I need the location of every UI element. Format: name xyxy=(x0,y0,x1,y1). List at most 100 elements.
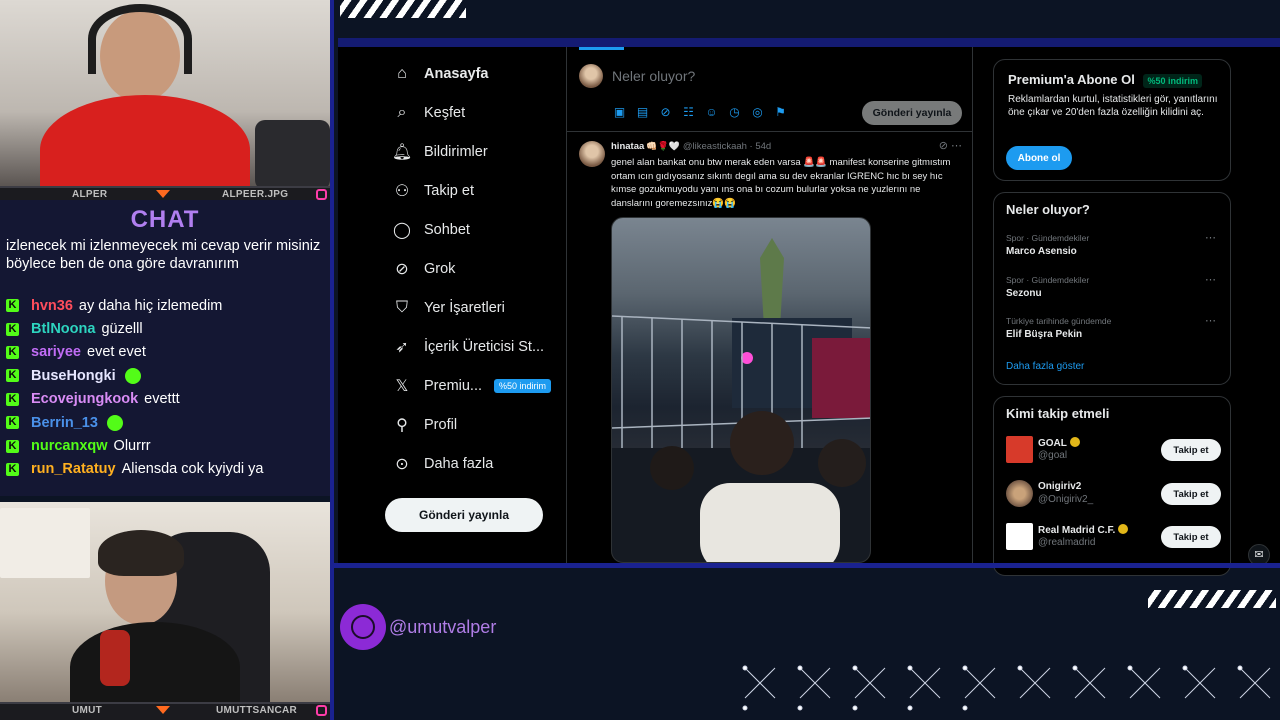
tweet-photo[interactable] xyxy=(611,217,871,563)
trend-category: Spor · Gündemdekiler xyxy=(1006,233,1090,243)
chat-text: güzelll xyxy=(101,321,143,338)
compose-post-button[interactable]: Gönderi yayınla xyxy=(862,101,962,125)
kick-badge-icon: K xyxy=(6,322,19,336)
follow-button[interactable]: Takip et xyxy=(1161,439,1221,461)
chat-message: K Ecovejungkook evettt xyxy=(6,388,328,411)
chat-username[interactable]: sariyee xyxy=(31,344,81,360)
suggestion-avatar[interactable] xyxy=(1006,523,1033,550)
chat-username[interactable]: hvn36 xyxy=(31,298,73,314)
grok-icon[interactable]: ⊘ xyxy=(658,105,673,120)
webcam-top xyxy=(0,0,330,186)
streamer-body xyxy=(70,622,240,702)
nav-item-premiu-[interactable]: 𝕏 Premiu... %50 indirim xyxy=(393,374,552,398)
tweet-author-avatar[interactable] xyxy=(579,141,605,167)
trend-name: Marco Asensio xyxy=(1006,246,1077,257)
trend-category: Spor · Gündemdekiler xyxy=(1006,275,1090,285)
nav-label: Grok xyxy=(424,261,456,277)
nav-item-takip-et[interactable]: ⚇ Takip et xyxy=(393,179,474,203)
suggestion-avatar[interactable] xyxy=(1006,480,1033,507)
image-icon[interactable]: ▣ xyxy=(612,105,627,120)
nav-item-sohbet[interactable]: ◯ Sohbet xyxy=(393,218,470,242)
bottom-divider xyxy=(334,563,1280,568)
verified-badge-icon xyxy=(1118,524,1129,534)
microphone xyxy=(100,630,130,686)
suggestion-name[interactable]: Onigiriv2 xyxy=(1038,481,1081,492)
stripe-decoration-top xyxy=(340,0,466,18)
chat-username[interactable]: nurcanxqw xyxy=(31,438,108,454)
chat-username[interactable]: BtlNoona xyxy=(31,321,95,337)
premium-description: Reklamlardan kurtul, istatistikleri gör,… xyxy=(1008,94,1218,118)
nav-item-keşfet[interactable]: ⌕ Keşfet xyxy=(393,101,466,125)
nav-item-bildirimler[interactable]: 🔔︎ Bildirimler xyxy=(392,140,488,164)
webcam-top-name: ALPER xyxy=(72,189,108,200)
grid-decoration xyxy=(742,665,1271,711)
compose-input[interactable]: Neler oluyor? xyxy=(612,68,695,84)
nav-label: Takip et xyxy=(424,183,474,199)
timeline: Neler oluyor? ▣ ▤ ⊘ ☷ ☺ ◷ ◎ ⚑ Gönderi ya… xyxy=(566,47,973,563)
nav-item-anasayfa[interactable]: ⌂ Anasayfa xyxy=(393,62,488,86)
location-icon[interactable]: ◎ xyxy=(750,105,765,120)
nav-label: Profil xyxy=(424,417,458,433)
more-options-icon[interactable]: ⋯ xyxy=(1205,231,1216,244)
flag-icon[interactable]: ⚑ xyxy=(773,105,788,120)
premium-badge: %50 indirim xyxy=(494,379,552,393)
subscribe-button[interactable]: Abone ol xyxy=(1006,146,1072,170)
chat-text: Aliensda cok kyiydi ya xyxy=(121,461,264,478)
tweet-author-name[interactable]: hinataa xyxy=(611,141,644,152)
verified-badge-icon xyxy=(1069,437,1080,447)
suggestion-handle: @goal xyxy=(1038,450,1068,461)
suggestion-name[interactable]: Real Madrid C.F. xyxy=(1038,524,1129,536)
emoji-icon[interactable]: ☺ xyxy=(704,105,719,120)
concert-photo-icon xyxy=(612,238,870,562)
chat-message: Knurcanxqw Olurrr xyxy=(6,434,328,457)
chat-message: K BuseHongki xyxy=(6,364,328,387)
follow-button[interactable]: Takip et xyxy=(1161,483,1221,505)
follow-button[interactable]: Takip et xyxy=(1161,526,1221,548)
nav-label: Premiu... xyxy=(424,378,483,394)
schedule-icon[interactable]: ◷ xyxy=(727,105,742,120)
who-to-follow-title: Kimi takip etmeli xyxy=(1006,406,1110,421)
more-options-icon[interactable]: ⋯ xyxy=(1205,273,1216,286)
trend-item[interactable]: Türkiye tarihinde gündemde Elif Büşra Pek… xyxy=(1006,316,1226,340)
gif-icon[interactable]: ▤ xyxy=(635,105,650,120)
twitter-window: ⌂ Anasayfa ⌕ Keşfet 🔔︎ Bildirimler ⚇ Takip et ◯ S… xyxy=(338,47,1280,576)
trend-name: Elif Büşra Pekin xyxy=(1006,329,1083,340)
nav-label: Daha fazla xyxy=(424,456,494,472)
chat-text: ay daha hiç izlemedim xyxy=(78,297,223,314)
follow-suggestion: Onigiriv2 @Onigiriv2_ Takip et xyxy=(1006,479,1221,509)
globe-icon xyxy=(340,604,386,650)
kick-badge-icon: K xyxy=(6,462,19,476)
suggestion-name[interactable]: GOAL xyxy=(1038,437,1080,449)
nav-item-yer-i-şaretleri[interactable]: ⛉ Yer İşaretleri xyxy=(393,296,505,320)
tweet-more-icon[interactable]: ⊘ ⋯ xyxy=(939,139,962,152)
chat-bubble-icon: ◯ xyxy=(393,222,411,239)
kick-badge-icon: K xyxy=(6,439,19,453)
poll-icon[interactable]: ☷ xyxy=(681,105,696,120)
trend-item[interactable]: Spor · Gündemdekiler Sezonu xyxy=(1006,275,1226,299)
show-more-link[interactable]: Daha fazla göster xyxy=(1006,361,1084,372)
trends-title: Neler oluyor? xyxy=(1006,202,1090,217)
suggestion-avatar[interactable] xyxy=(1006,436,1033,463)
home-icon: ⌂ xyxy=(397,65,407,82)
kick-badge-icon: K xyxy=(6,392,19,406)
name-emoji-icon: 👊🏻🌹🤍 xyxy=(646,141,680,151)
more-options-icon[interactable]: ⋯ xyxy=(1205,314,1216,327)
nav-item-i-çerik-üreticisi-st-[interactable]: ➶ İçerik Üreticisi St... xyxy=(393,335,544,359)
chat-username[interactable]: run_Ratatuy xyxy=(31,461,116,477)
post-button[interactable]: Gönderi yayınla xyxy=(385,498,543,532)
nav-label: Sohbet xyxy=(424,222,470,238)
compose-toolbar: ▣ ▤ ⊘ ☷ ☺ ◷ ◎ ⚑ xyxy=(612,105,788,120)
chat-username[interactable]: Berrin_13 xyxy=(31,415,98,431)
chat-username[interactable]: Ecovejungkook xyxy=(31,391,138,407)
chat-message-partial: izlenecek mi izlenmeyecek mi cevap verir… xyxy=(6,238,321,272)
nav-item-grok[interactable]: ⊘ Grok xyxy=(393,257,455,281)
nav-item-daha-fazla[interactable]: ⊙ Daha fazla xyxy=(393,452,493,476)
nav-item-profil[interactable]: ⚲ Profil xyxy=(393,413,457,437)
trend-item[interactable]: Spor · Gündemdekiler Marco Asensio xyxy=(1006,233,1226,257)
tweet-author-handle[interactable]: @likeastickaah · 54d xyxy=(683,141,771,152)
chat-message: K BtlNoona güzelll xyxy=(6,317,328,340)
chat-username[interactable]: BuseHongki xyxy=(31,368,116,384)
chat-message: Ksariyee evet evet xyxy=(6,341,328,364)
nav-label: Anasayfa xyxy=(424,66,489,82)
user-avatar[interactable] xyxy=(579,64,603,88)
